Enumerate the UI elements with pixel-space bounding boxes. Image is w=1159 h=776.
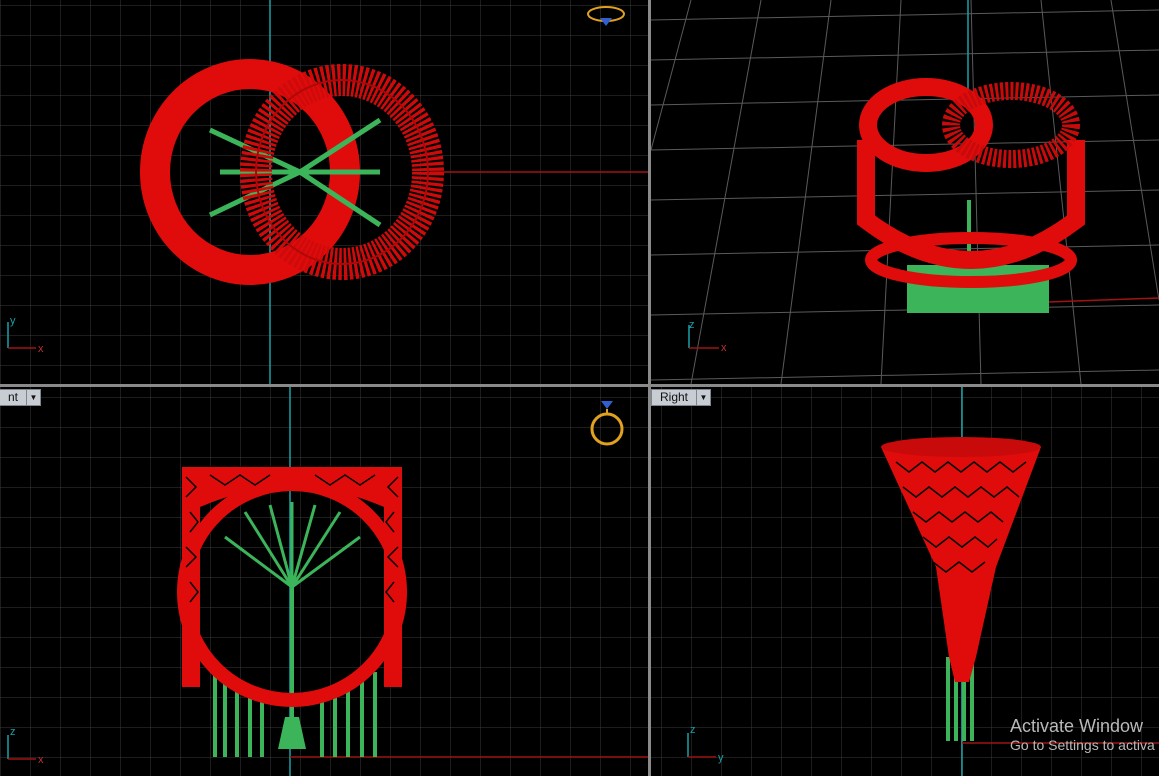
- axis-label-h: x: [721, 342, 727, 354]
- axis-label-v: z: [10, 726, 16, 738]
- dropdown-arrow-icon[interactable]: ▼: [697, 389, 712, 406]
- axis-label-v: z: [689, 319, 695, 331]
- viewport-label-text: Right: [651, 389, 698, 406]
- axis-label-v: z: [690, 724, 696, 736]
- axis-label-h: x: [38, 343, 44, 355]
- axis-label-h: x: [38, 754, 44, 766]
- dropdown-arrow-icon[interactable]: ▼: [27, 389, 42, 406]
- perspective-view-canvas[interactable]: z x: [651, 0, 1159, 384]
- activation-watermark: Activate Window Go to Settings to activa: [1010, 716, 1155, 754]
- viewport-front[interactable]: z x nt ▼: [0, 387, 648, 776]
- viewport-top[interactable]: y x: [0, 0, 648, 384]
- axis-label-h: y: [718, 752, 724, 764]
- watermark-line1: Activate Window: [1010, 716, 1144, 736]
- viewport-label-right[interactable]: Right ▼: [651, 389, 712, 406]
- viewport-label-front[interactable]: nt ▼: [0, 389, 42, 406]
- axis-label-v: y: [10, 315, 16, 327]
- top-view-canvas[interactable]: y x: [0, 0, 648, 384]
- watermark-line2: Go to Settings to activa: [1010, 737, 1155, 753]
- viewport-label-text: nt: [0, 389, 28, 406]
- viewport-perspective[interactable]: z x: [651, 0, 1159, 384]
- front-view-canvas[interactable]: z x: [0, 387, 648, 776]
